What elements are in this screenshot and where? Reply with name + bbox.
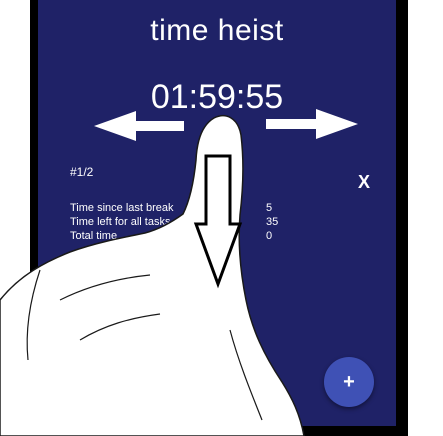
stat-value-total-time: 0 [266,230,273,242]
plus-icon: + [343,371,355,393]
stat-row-since-break: Time since last break 5 [70,201,272,215]
stat-value-time-left: 35 [266,216,279,228]
stat-label-since-break: Time since last break [70,202,174,214]
task-counter: #1/2 [70,165,94,179]
app-screen: time heist 01:59:55 #1/2 X Time since la… [38,0,396,426]
stat-row-total-time: Total time 0 [70,229,272,243]
close-task-button[interactable]: X [358,172,370,193]
stat-row-time-left: Time left for all tasks 35 [70,215,278,229]
screenshot-stage: time heist 01:59:55 #1/2 X Time since la… [0,0,443,436]
add-task-button[interactable]: + [324,357,374,407]
task-stats: Time since last break 5 Time left for al… [70,201,278,243]
app-title: time heist [150,14,284,47]
timer-display: 01:59:55 [150,78,284,116]
stat-label-total-time: Total time [70,230,118,242]
stat-label-time-left: Time left for all tasks [70,216,171,228]
stat-value-since-break: 5 [266,202,273,214]
